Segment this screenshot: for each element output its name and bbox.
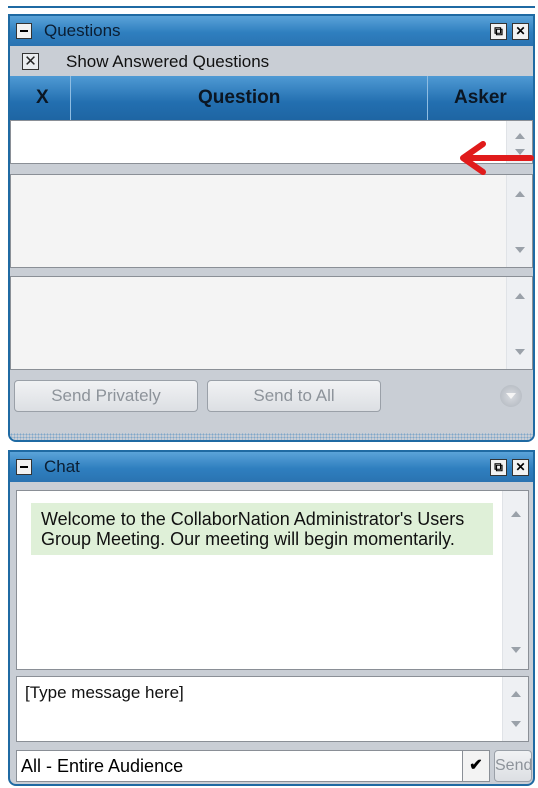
message-input[interactable]: [Type message here] xyxy=(16,676,529,742)
collapse-icon[interactable] xyxy=(16,23,32,39)
question-detail-scrollbar[interactable] xyxy=(506,175,532,267)
chevron-up-icon[interactable] xyxy=(511,691,521,697)
chevron-down-icon[interactable]: ✔ xyxy=(462,751,489,781)
collapse-icon[interactable] xyxy=(16,459,32,475)
column-x[interactable]: X xyxy=(36,76,49,120)
column-divider xyxy=(427,76,428,120)
questions-panel: Questions ⧉ ✕ ✕ Show Answered Questions … xyxy=(8,14,535,442)
expand-options-icon[interactable] xyxy=(500,385,522,407)
restore-window-icon[interactable]: ⧉ xyxy=(490,459,507,476)
audience-select[interactable]: All - Entire Audience ✔ xyxy=(16,750,490,782)
chevron-down-icon[interactable] xyxy=(515,349,525,355)
audience-select-value: All - Entire Audience xyxy=(21,756,184,776)
chevron-down-icon[interactable] xyxy=(511,647,521,653)
answer-input-scrollbar[interactable] xyxy=(506,277,532,369)
chevron-up-icon[interactable] xyxy=(515,191,525,197)
column-asker[interactable]: Asker xyxy=(454,76,507,120)
questions-title: Questions xyxy=(44,21,121,40)
questions-grid-header: X Question Asker xyxy=(10,76,533,120)
answer-input-area[interactable] xyxy=(10,276,533,370)
column-divider xyxy=(70,76,71,120)
show-answered-checkbox[interactable]: ✕ xyxy=(22,53,39,70)
message-input-scrollbar[interactable] xyxy=(502,677,528,741)
close-icon[interactable]: ✕ xyxy=(512,459,529,476)
chat-title: Chat xyxy=(44,457,80,476)
chevron-up-icon[interactable] xyxy=(511,511,521,517)
chat-panel: Chat ⧉ ✕ Welcome to the CollaborNation A… xyxy=(8,450,535,786)
chevron-up-icon[interactable] xyxy=(515,293,525,299)
resize-grip[interactable] xyxy=(10,433,533,440)
chat-history[interactable]: Welcome to the CollaborNation Administra… xyxy=(16,490,529,670)
top-divider xyxy=(8,6,535,8)
message-input-text[interactable]: [Type message here] xyxy=(25,683,184,703)
chat-titlebar: Chat ⧉ ✕ xyxy=(10,452,533,482)
question-detail-area[interactable] xyxy=(10,174,533,268)
chat-message: Welcome to the CollaborNation Administra… xyxy=(31,503,493,555)
chat-history-scrollbar[interactable] xyxy=(502,491,528,669)
chevron-down-icon[interactable] xyxy=(515,247,525,253)
chevron-up-icon[interactable] xyxy=(515,133,525,139)
column-question[interactable]: Question xyxy=(198,76,280,120)
red-arrow-icon xyxy=(460,141,534,175)
restore-window-icon[interactable]: ⧉ xyxy=(490,23,507,40)
send-to-all-button[interactable]: Send to All xyxy=(207,380,381,412)
send-button[interactable]: Send xyxy=(494,750,532,782)
chevron-down-icon[interactable] xyxy=(511,721,521,727)
show-answered-label: Show Answered Questions xyxy=(66,52,270,71)
send-privately-button[interactable]: Send Privately xyxy=(14,380,198,412)
close-icon[interactable]: ✕ xyxy=(512,23,529,40)
questions-titlebar: Questions ⧉ ✕ xyxy=(10,16,533,46)
